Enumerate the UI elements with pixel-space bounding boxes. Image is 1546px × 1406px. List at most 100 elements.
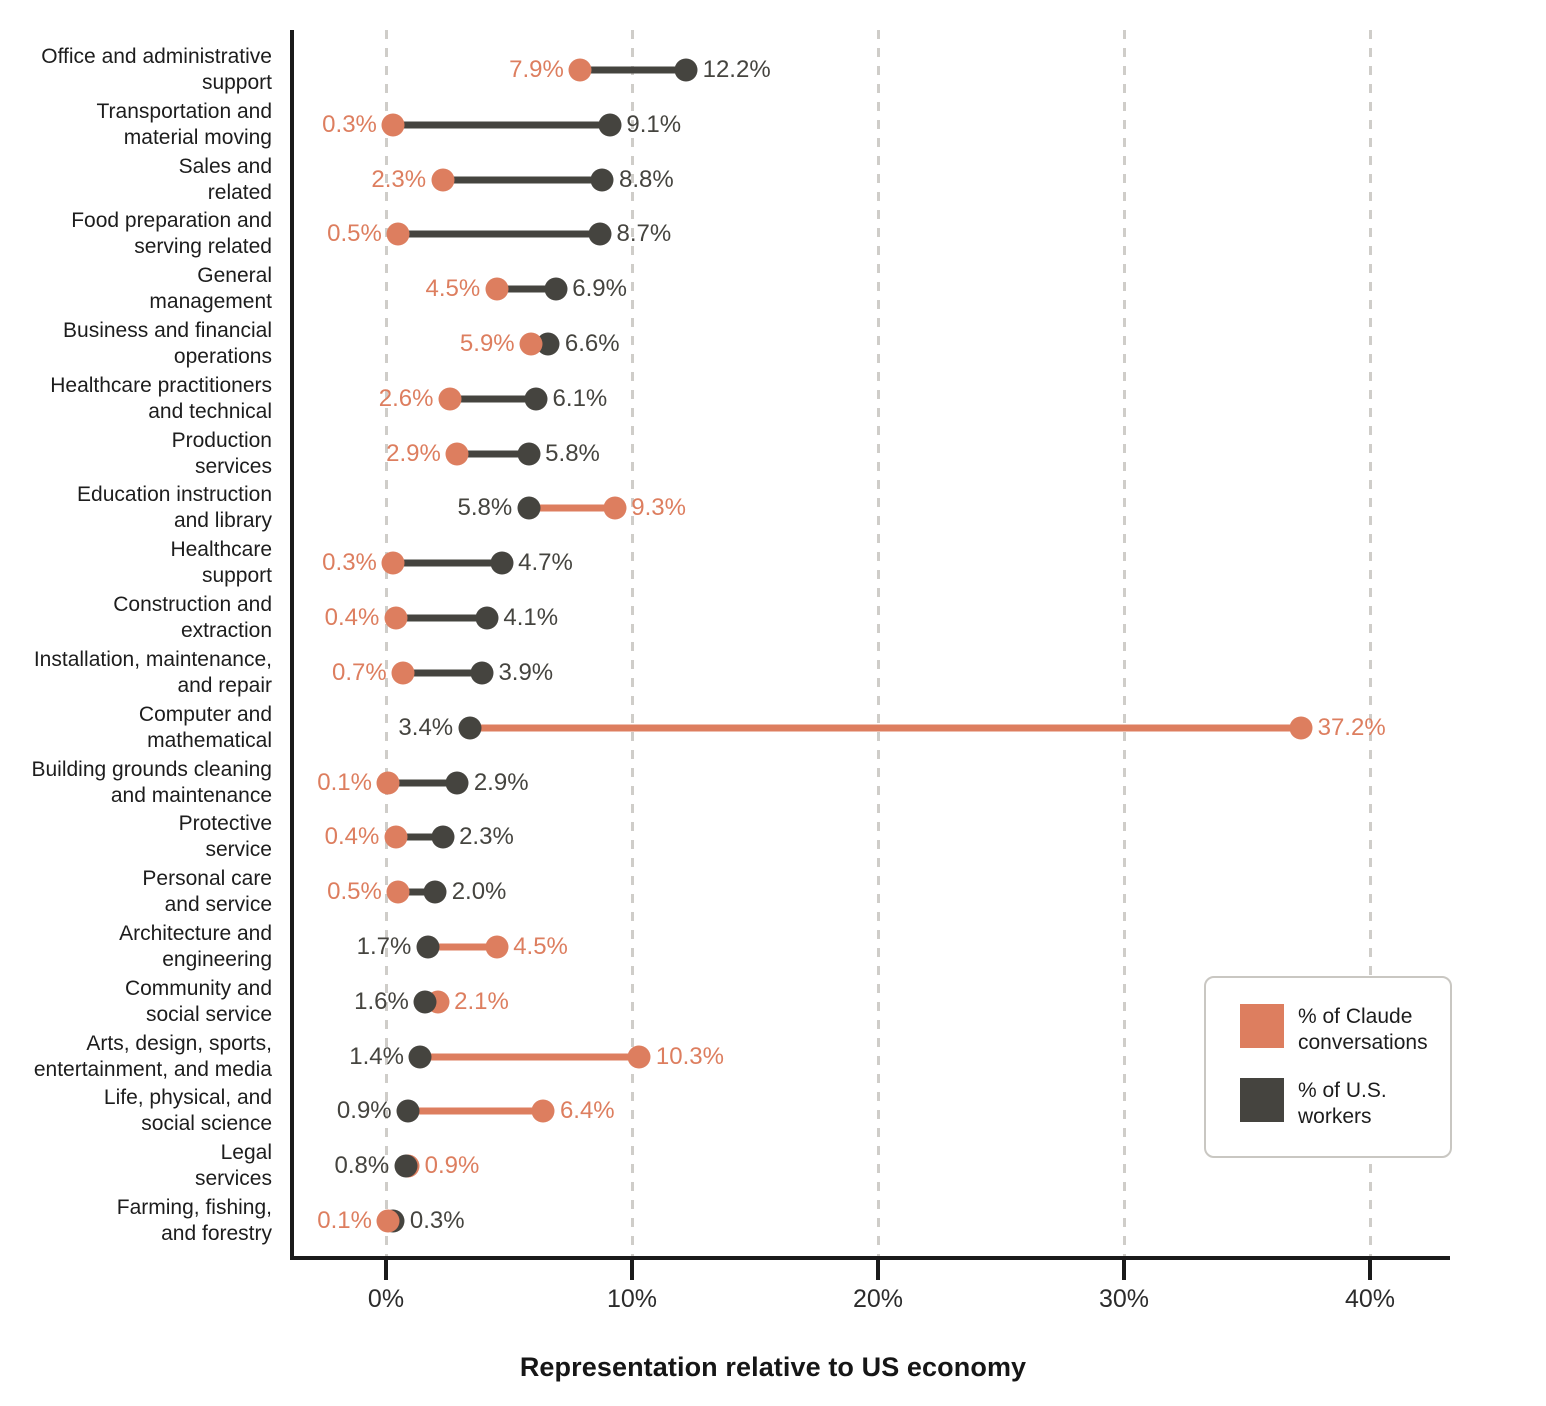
gridline-10 [631, 30, 634, 1256]
claude-value-label: 0.7% [332, 658, 387, 686]
claude-dot [386, 222, 410, 246]
x-tick-label: 10% [606, 1285, 658, 1313]
category-label-line: services [194, 454, 272, 478]
claude-dot [485, 277, 509, 301]
x-tick-label: 30% [1098, 1285, 1150, 1313]
claude-value-label: 5.9% [459, 330, 515, 358]
worker-value-label: 1.6% [354, 987, 409, 1015]
claude-dot [1289, 716, 1313, 740]
worker-dot [445, 771, 469, 795]
x-tick-label: 20% [852, 1285, 904, 1313]
category-label-line: mathematical [147, 728, 272, 752]
claude-value-label: 37.2% [1317, 713, 1386, 741]
x-tick-mark [876, 1258, 880, 1280]
claude-value-label: 2.3% [371, 165, 427, 193]
category-label: Life, physical, and social science [0, 1085, 272, 1137]
worker-dot [396, 1099, 420, 1123]
claude-dot [381, 113, 405, 137]
claude-value-label: 0.1% [317, 768, 372, 796]
claude-dot [603, 496, 627, 520]
legend-item-us-workers: % of U.S. workers [1240, 1078, 1387, 1130]
claude-value-label: 0.4% [324, 823, 380, 851]
claude-dot [445, 442, 469, 466]
claude-value-label: 0.3% [322, 110, 377, 138]
x-axis-title: Representation relative to US economy [519, 1352, 1027, 1382]
claude-dot [568, 58, 592, 82]
worker-value-label: 2.0% [451, 878, 507, 906]
connector-line [408, 1107, 544, 1115]
x-tick-mark [384, 1258, 388, 1280]
category-label-line: and forestry [161, 1222, 272, 1245]
legend-label-line: workers [1298, 1105, 1372, 1128]
claude-value-label: 0.1% [317, 1207, 372, 1234]
connector-line [393, 121, 610, 129]
claude-dot [384, 606, 408, 630]
claude-dot [438, 387, 462, 411]
legend-label-us-workers: % of U.S. workers [1298, 1078, 1387, 1130]
category-label: Food preparation and serving related [0, 208, 272, 260]
worker-dot [590, 168, 614, 192]
worker-dot [413, 990, 437, 1014]
category-label-line: Healthcare [170, 538, 272, 562]
connector-line [442, 176, 603, 184]
category-label-line: Architecture and [119, 921, 272, 945]
category-label-line: Education instruction [77, 483, 272, 507]
claude-dot [627, 1045, 651, 1069]
x-tick-mark [1122, 1258, 1126, 1280]
category-label: Business and financial operations [0, 318, 272, 370]
category-label-line: service [205, 838, 272, 862]
connector-line [580, 66, 687, 74]
category-label-line: and repair [177, 673, 272, 697]
category-label-line: Sales and [178, 154, 272, 178]
category-label-line: Building grounds cleaning [31, 757, 272, 781]
category-label-line: and library [173, 509, 272, 533]
legend-swatch-us-workers [1240, 1078, 1284, 1122]
claude-dot [431, 168, 455, 192]
category-label: Office and administrative support [0, 44, 272, 96]
category-label: Production services [0, 428, 272, 480]
connector-line [469, 724, 1302, 732]
worker-value-label: 0.9% [336, 1097, 392, 1125]
claude-dot [381, 551, 405, 575]
connector-line [528, 504, 615, 512]
connector-line [398, 230, 601, 238]
worker-dot [470, 661, 494, 685]
category-label: Transportation and material moving [0, 99, 273, 151]
category-label: Arts, design, sports, entertainment, and … [0, 1031, 272, 1083]
legend-swatch-claude-conversations [1240, 1004, 1284, 1048]
category-label: Sales and related [0, 154, 272, 206]
worker-dot [674, 58, 698, 82]
connector-line [393, 559, 502, 567]
claude-value-label: 9.3% [631, 494, 686, 522]
category-label: Construction and extraction [0, 592, 272, 644]
worker-dot [408, 1045, 432, 1069]
category-label-line: related [207, 180, 272, 204]
legend-label-line: % of Claude [1298, 1005, 1413, 1028]
claude-dot [376, 771, 400, 795]
category-label-line: General [197, 264, 272, 288]
category-label-line: social science [141, 1112, 272, 1136]
y-axis-spine [290, 30, 294, 1258]
worker-value-label: 0.8% [334, 1152, 390, 1180]
worker-dot [394, 1154, 418, 1178]
worker-value-label: 6.6% [564, 330, 620, 358]
claude-value-label: 0.5% [327, 220, 382, 248]
category-label-line: Installation, maintenance, [33, 647, 272, 671]
worker-dot [517, 442, 541, 466]
worker-dot [431, 825, 455, 849]
claude-dot [386, 880, 410, 904]
category-label-line: engineering [162, 947, 272, 971]
category-label: Architecture and engineering [0, 921, 272, 973]
category-label-line: Personal care [142, 867, 272, 891]
category-label: Healthcare support [0, 537, 272, 589]
category-label: Farming, fishing, and forestry [0, 1195, 272, 1247]
worker-dot [588, 222, 612, 246]
legend: % of Claude conversations % of U.S. worker… [1204, 976, 1452, 1158]
worker-value-label: 4.7% [518, 549, 573, 577]
x-tick-mark [1368, 1258, 1372, 1280]
gridline-20 [877, 30, 880, 1256]
worker-dot [423, 880, 447, 904]
worker-value-label: 5.8% [545, 439, 600, 467]
gridline-30 [1123, 30, 1126, 1256]
category-label-line: Computer and [138, 702, 272, 726]
